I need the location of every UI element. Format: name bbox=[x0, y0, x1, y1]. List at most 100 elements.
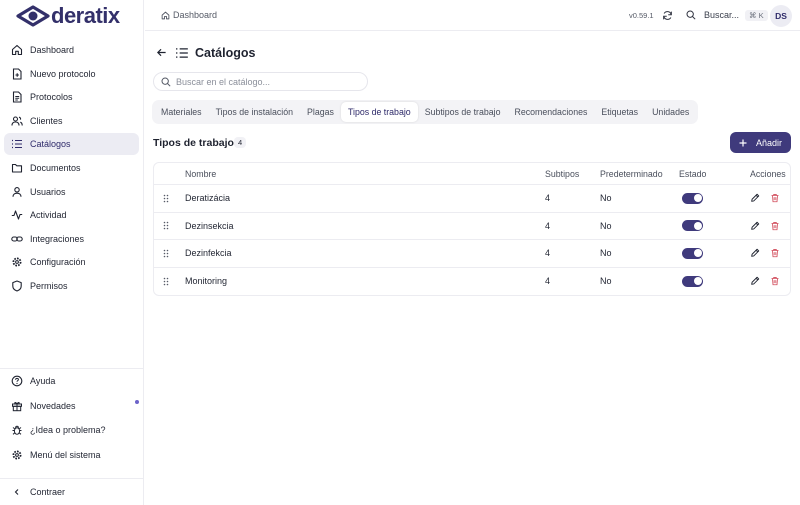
sidebar-item-label: Documentos bbox=[30, 162, 81, 173]
drag-handle-icon[interactable] bbox=[163, 213, 169, 240]
global-search-button[interactable]: Buscar... ⌘ K bbox=[686, 6, 768, 24]
tab-unidades[interactable]: Unidades bbox=[645, 102, 696, 122]
edit-icon[interactable] bbox=[750, 248, 760, 258]
sidebar-nav: Dashboard Nuevo protocolo Protocolos Cli… bbox=[4, 39, 139, 299]
row-predeterminado: No bbox=[600, 193, 612, 204]
logo[interactable]: deratix bbox=[16, 4, 120, 28]
work-types-table: Nombre Subtipos Predeterminado Estado Ac… bbox=[153, 162, 791, 296]
row-actions bbox=[750, 213, 790, 240]
add-button-label: Añadir bbox=[755, 137, 782, 148]
sidebar-item-dashboard[interactable]: Dashboard bbox=[4, 39, 139, 61]
back-button[interactable] bbox=[156, 47, 167, 58]
sidebar-item-configuracion[interactable]: Configuración bbox=[4, 251, 139, 273]
drag-handle-icon[interactable] bbox=[163, 185, 169, 212]
table-row: Dezinsekcia 4 No bbox=[154, 213, 790, 240]
list-icon bbox=[175, 46, 189, 60]
sidebar-item-novedades[interactable]: Novedades bbox=[4, 394, 139, 419]
catalog-search-input[interactable] bbox=[176, 76, 356, 87]
status-toggle[interactable] bbox=[682, 220, 703, 232]
add-button[interactable]: Añadir bbox=[730, 132, 791, 153]
help-icon bbox=[11, 375, 23, 387]
notification-dot bbox=[135, 400, 139, 404]
search-icon bbox=[161, 77, 171, 87]
status-toggle[interactable] bbox=[682, 275, 703, 287]
edit-icon[interactable] bbox=[750, 193, 760, 203]
trash-icon[interactable] bbox=[770, 193, 780, 203]
avatar[interactable]: DS bbox=[770, 5, 792, 27]
link-icon bbox=[11, 236, 23, 242]
row-subtipos: 4 bbox=[545, 220, 551, 231]
trash-icon[interactable] bbox=[770, 248, 780, 258]
drag-handle-icon[interactable] bbox=[163, 240, 169, 267]
row-name: Monitoring bbox=[185, 276, 228, 287]
sidebar-item-nuevo-protocolo[interactable]: Nuevo protocolo bbox=[4, 63, 139, 85]
sidebar-item-protocolos[interactable]: Protocolos bbox=[4, 86, 139, 108]
tab-plagas[interactable]: Plagas bbox=[300, 102, 341, 122]
sidebar-item-actividad[interactable]: Actividad bbox=[4, 204, 139, 226]
home-icon bbox=[11, 44, 23, 56]
sidebar-item-label: Novedades bbox=[30, 400, 76, 411]
edit-icon[interactable] bbox=[750, 221, 760, 231]
column-header-name: Nombre bbox=[185, 168, 217, 179]
status-toggle[interactable] bbox=[682, 247, 703, 259]
row-estado bbox=[679, 240, 703, 267]
arrow-left-icon bbox=[156, 48, 166, 57]
sidebar-item-label: Clientes bbox=[30, 115, 63, 126]
row-name: Dezinfekcia bbox=[185, 248, 232, 259]
status-toggle[interactable] bbox=[682, 192, 703, 204]
sidebar-item-documentos[interactable]: Documentos bbox=[4, 157, 139, 179]
gear-icon bbox=[12, 450, 22, 460]
row-subtipos: 4 bbox=[545, 276, 551, 287]
list-icon bbox=[12, 140, 22, 149]
row-estado bbox=[679, 268, 703, 296]
breadcrumb[interactable]: Dashboard bbox=[161, 10, 217, 20]
sidebar-item-clientes[interactable]: Clientes bbox=[4, 110, 139, 132]
row-estado bbox=[679, 185, 703, 212]
sidebar-item-label: Permisos bbox=[30, 280, 68, 291]
refresh-button[interactable] bbox=[662, 10, 673, 21]
tab-tipos-de-instalacion[interactable]: Tipos de instalación bbox=[209, 102, 300, 122]
sidebar-item-label: Nuevo protocolo bbox=[30, 68, 96, 79]
row-name: Deratizácia bbox=[185, 193, 231, 204]
table-row: Deratizácia 4 No bbox=[154, 185, 790, 213]
column-header-predeterminado: Predeterminado bbox=[600, 168, 663, 179]
activity-icon bbox=[11, 210, 23, 220]
sidebar-item-label: Catálogos bbox=[30, 139, 71, 150]
user-icon bbox=[12, 186, 22, 197]
sidebar-item-label: Usuarios bbox=[30, 186, 66, 197]
row-actions bbox=[750, 185, 790, 212]
catalog-tabs: Materiales Tipos de instalación Plagas T… bbox=[152, 100, 699, 124]
topbar: Dashboard v0.59.1 Buscar... ⌘ K DS bbox=[145, 0, 800, 31]
home-icon bbox=[161, 11, 170, 19]
sidebar-bottom: Ayuda Novedades ¿Idea o problema? Menú d… bbox=[0, 368, 143, 467]
sidebar-item-permisos[interactable]: Permisos bbox=[4, 275, 139, 297]
folder-icon bbox=[11, 163, 23, 173]
sidebar: deratix Dashboard Nuevo protocolo Protoc… bbox=[0, 0, 144, 505]
shield-icon bbox=[12, 280, 22, 292]
sidebar-item-usuarios[interactable]: Usuarios bbox=[4, 181, 139, 203]
column-header-acciones: Acciones bbox=[750, 168, 786, 179]
sidebar-item-menu-sistema[interactable]: Menú del sistema bbox=[4, 443, 139, 468]
count-badge: 4 bbox=[234, 137, 247, 148]
row-estado bbox=[679, 213, 703, 240]
tab-materiales[interactable]: Materiales bbox=[154, 102, 209, 122]
row-name: Dezinsekcia bbox=[185, 220, 234, 231]
tab-recomendaciones[interactable]: Recomendaciones bbox=[508, 102, 595, 122]
tab-tipos-de-trabajo[interactable]: Tipos de trabajo bbox=[340, 102, 418, 122]
tab-etiquetas[interactable]: Etiquetas bbox=[594, 102, 645, 122]
row-subtipos: 4 bbox=[545, 248, 551, 259]
sidebar-item-label: Configuración bbox=[30, 257, 86, 268]
collapse-button[interactable]: Contraer bbox=[0, 478, 143, 505]
drag-handle-icon[interactable] bbox=[163, 268, 169, 296]
edit-icon[interactable] bbox=[750, 276, 760, 286]
breadcrumb-label: Dashboard bbox=[173, 10, 218, 20]
sidebar-item-catalogos[interactable]: Catálogos bbox=[4, 133, 139, 156]
sidebar-item-ayuda[interactable]: Ayuda bbox=[4, 369, 139, 394]
tab-subtipos-de-trabajo[interactable]: Subtipos de trabajo bbox=[418, 102, 508, 122]
sidebar-item-idea-problema[interactable]: ¿Idea o problema? bbox=[4, 418, 139, 443]
sidebar-item-integraciones[interactable]: Integraciones bbox=[4, 228, 139, 250]
row-predeterminado: No bbox=[600, 220, 612, 231]
trash-icon[interactable] bbox=[770, 276, 780, 286]
trash-icon[interactable] bbox=[770, 221, 780, 231]
column-header-subtipos: Subtipos bbox=[545, 168, 580, 179]
